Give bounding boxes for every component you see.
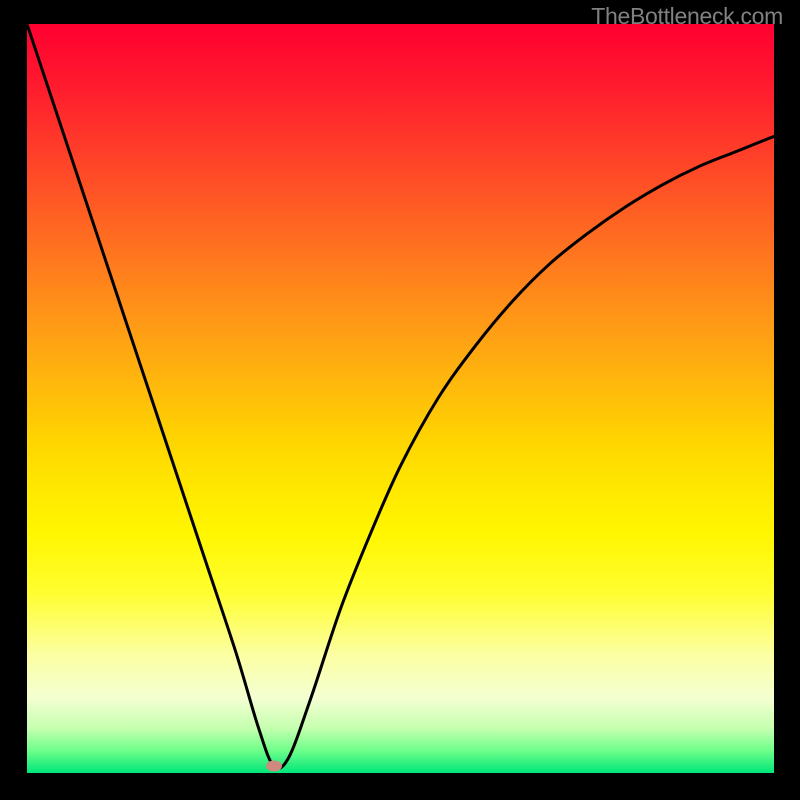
bottleneck-curve — [27, 24, 774, 773]
chart-frame: TheBottleneck.com — [0, 0, 800, 800]
watermark-text: TheBottleneck.com — [591, 3, 783, 30]
min-point-marker — [266, 761, 282, 772]
plot-area — [27, 24, 774, 773]
